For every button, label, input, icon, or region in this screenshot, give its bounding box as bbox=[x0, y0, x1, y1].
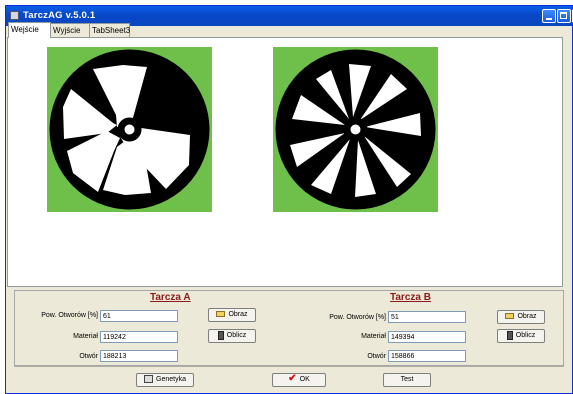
folder-icon bbox=[216, 311, 226, 318]
minimize-icon bbox=[546, 18, 552, 20]
tab-wyjscie[interactable]: Wyjście bbox=[50, 23, 90, 37]
tarcza-b-material-label: Materiał bbox=[361, 333, 386, 340]
window-title: TarczAG v.5.0.1 bbox=[23, 10, 96, 21]
test-button[interactable]: Test bbox=[383, 373, 431, 387]
ok-label: OK bbox=[299, 376, 310, 383]
disc-a-image bbox=[47, 47, 212, 212]
tarcza-a-oblicz-button[interactable]: Oblicz bbox=[208, 329, 256, 343]
checkmark-icon: ✔ bbox=[288, 373, 297, 385]
tarcza-b-material-input[interactable] bbox=[388, 331, 466, 343]
tarcza-a-otwor-label: Otwór bbox=[79, 353, 98, 360]
maximize-icon bbox=[560, 12, 567, 19]
folder-icon bbox=[505, 313, 515, 320]
genetyka-label: Genetyka bbox=[156, 376, 186, 383]
tarcza-a-pow-input[interactable] bbox=[100, 310, 178, 322]
tarcza-b-pow-input[interactable] bbox=[388, 311, 466, 323]
disc-b-image bbox=[273, 47, 438, 212]
tarcza-a-heading: Tarcza A bbox=[150, 292, 191, 303]
tarcza-b-otwor-label: Otwór bbox=[367, 353, 386, 360]
minimize-button[interactable] bbox=[542, 9, 556, 23]
tarcza-a-obraz-label: Obraz bbox=[228, 311, 248, 318]
genetics-icon bbox=[144, 375, 154, 384]
tarcza-b-obraz-label: Obraz bbox=[517, 313, 537, 320]
tarcza-a-obraz-button[interactable]: Obraz bbox=[208, 308, 256, 322]
maximize-button[interactable] bbox=[557, 9, 571, 23]
tarcza-b-heading: Tarcza B bbox=[390, 292, 431, 303]
tarcza-b-obraz-button[interactable]: Obraz bbox=[497, 310, 545, 324]
tarcza-a-oblicz-label: Oblicz bbox=[226, 332, 247, 339]
genetyka-button[interactable]: Genetyka bbox=[136, 373, 194, 387]
ok-button[interactable]: ✔ OK bbox=[272, 373, 326, 387]
tarcza-b-oblicz-button[interactable]: Oblicz bbox=[497, 329, 545, 343]
tab-tabsheet3[interactable]: TabSheet3 bbox=[89, 23, 130, 37]
tarcza-b-oblicz-label: Oblicz bbox=[515, 332, 536, 339]
footer-divider bbox=[14, 366, 564, 367]
tarcza-a-pow-label: Pow. Otworów [%] bbox=[41, 312, 98, 319]
tarcza-b-otwor-input[interactable] bbox=[388, 350, 466, 362]
tarcza-a-material-input[interactable] bbox=[100, 331, 178, 343]
disc-b-drawing bbox=[275, 49, 436, 210]
disc-a-drawing bbox=[49, 49, 210, 210]
tab-wejscie[interactable]: Wejście bbox=[8, 22, 51, 38]
tarcza-b-pow-label: Pow. Otworów [%] bbox=[329, 314, 386, 321]
test-label: Test bbox=[400, 376, 414, 383]
calculator-icon bbox=[506, 330, 513, 340]
calculator-icon bbox=[217, 330, 224, 340]
tarcza-a-otwor-input[interactable] bbox=[100, 350, 178, 362]
tarcza-a-material-label: Materiał bbox=[73, 333, 98, 340]
app-icon bbox=[10, 11, 19, 20]
